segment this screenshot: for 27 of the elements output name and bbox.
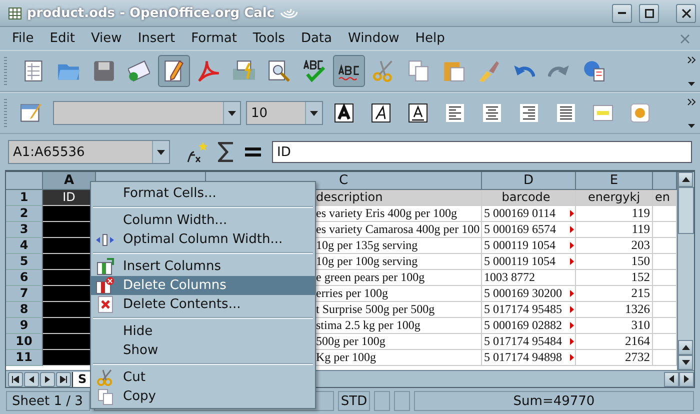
table-cell: energykj bbox=[576, 190, 653, 206]
table-cell: 1003 8772 bbox=[482, 270, 576, 286]
table-cell: 2164 bbox=[576, 334, 653, 350]
table-cell: en bbox=[653, 190, 677, 206]
table-cell: 310 bbox=[576, 318, 653, 334]
table-cell: 5 000119 1054 bbox=[482, 254, 576, 270]
table-cell: 1326 bbox=[576, 302, 653, 318]
table-cell: 150 bbox=[576, 254, 653, 270]
window-title: product.ods - OpenOffice.org Calc bbox=[27, 6, 275, 20]
table-cell: 5 017174 95484 bbox=[482, 334, 576, 350]
table-cell: 5 000169 6574 bbox=[482, 222, 576, 238]
sheet-indicator: Sheet 1 / 3 bbox=[6, 391, 90, 411]
table-cell: 215 bbox=[576, 286, 653, 302]
table-cell: 203 bbox=[576, 238, 653, 254]
sum-display: Sum=49770 bbox=[414, 391, 694, 411]
table-cell: 119 bbox=[576, 206, 653, 222]
table-cell: 2732 bbox=[576, 350, 653, 366]
table-cell: barcode bbox=[482, 190, 576, 206]
table-cell: 119 bbox=[576, 222, 653, 238]
table-cell: 5 000119 1054 bbox=[482, 238, 576, 254]
table-cell: 5 000169 02882 bbox=[482, 318, 576, 334]
table-cell: 5 000169 0114 bbox=[482, 206, 576, 222]
selection-mode: STD bbox=[338, 391, 370, 411]
table-cell: 5 017174 95485 bbox=[482, 302, 576, 318]
table-cell: 5 017174 94898 bbox=[482, 350, 576, 366]
table-cell: 5 000169 30200 bbox=[482, 286, 576, 302]
table-cell: 152 bbox=[576, 270, 653, 286]
